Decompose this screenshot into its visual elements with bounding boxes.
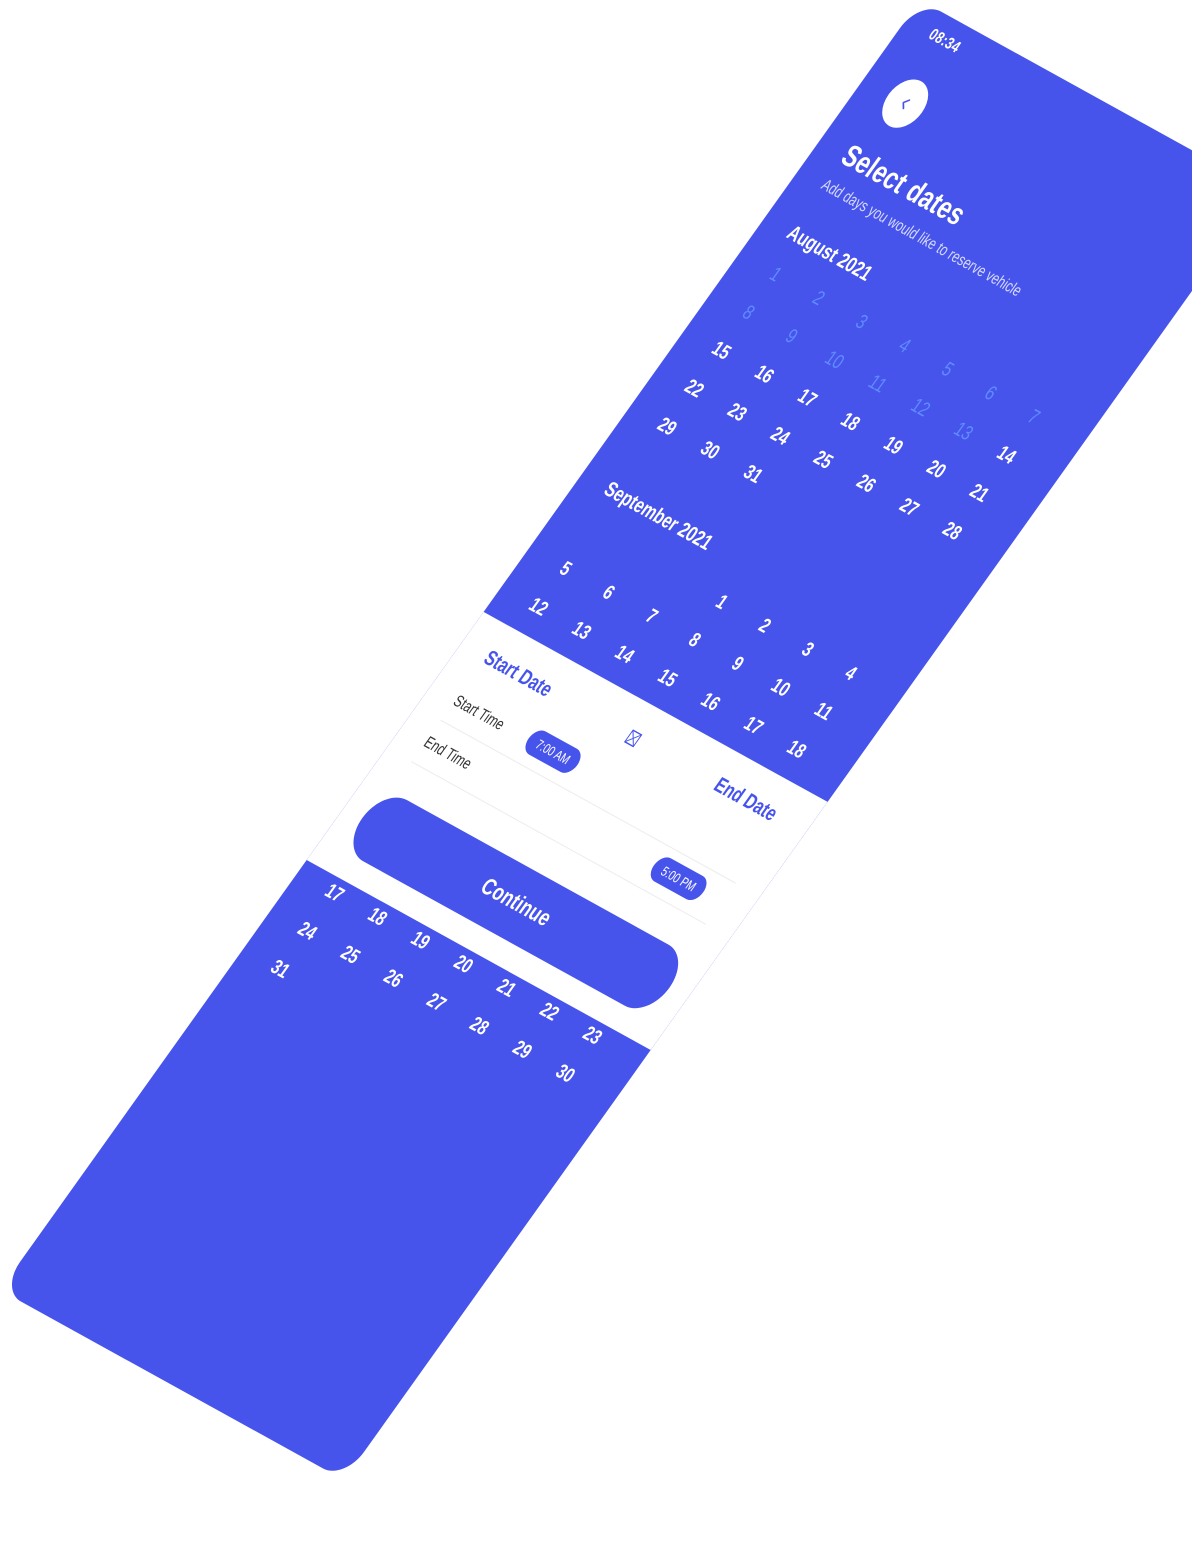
calendar-day[interactable]: 15 [648,662,687,695]
calendar-day[interactable]: 24 [288,915,327,948]
end-date-heading: End Date [709,772,783,826]
calendar-day: 8 [738,301,759,325]
status-time: 08:34 [925,25,965,57]
back-button[interactable] [872,72,938,136]
chevron-left-icon [902,99,911,110]
calendar: August 2021 1 2 3 4 5 6 7 8 9 10 11 12 13 14 15 16 17 18 19… [266,0,1192,1087]
calendar-day[interactable]: 19 [874,429,913,462]
calendar-day[interactable]: 24 [760,420,799,453]
calendar-day: 13 [949,417,978,445]
calendar-day[interactable]: 16 [691,686,730,719]
calendar-day: 12 [906,394,935,422]
close-square-icon[interactable] [623,729,643,748]
calendar-day[interactable]: 21 [960,477,999,510]
start-time-picker[interactable]: 7:00 AM [520,726,586,777]
calendar-day[interactable]: 11 [804,695,843,728]
calendar-day[interactable]: 18 [831,406,870,439]
calendar-day[interactable]: 25 [331,939,370,972]
month-title: September 2021 [599,476,718,555]
calendar-day[interactable]: 1 [702,586,741,619]
calendar-day: 11 [863,370,891,398]
calendar-day[interactable]: 4 [831,657,870,690]
calendar-day[interactable]: 29 [503,1034,542,1067]
calendar-day[interactable]: 28 [460,1010,499,1043]
calendar-day[interactable]: 23 [717,396,756,429]
calendar-day: 10 [820,346,849,374]
calendar-day[interactable]: 30 [546,1057,585,1090]
calendar-day: 6 [980,381,1001,405]
calendar-day[interactable]: 9 [718,648,757,681]
calendar-day[interactable]: 25 [803,444,842,477]
calendar-day[interactable]: 7 [632,600,671,633]
calendar-day[interactable]: 14 [605,638,644,671]
calendar-day[interactable]: 6 [589,576,628,609]
calendar-day[interactable]: 17 [734,710,773,743]
end-time-label: End Time [420,732,476,774]
calendar-day: 4 [894,334,915,358]
month-block: August 2021 1 2 3 4 5 6 7 8 9 10 11 12 13 14 15 16 17 18 19… [653,207,1117,544]
calendar-day[interactable]: 27 [417,986,456,1019]
calendar-day[interactable]: 14 [987,439,1026,472]
calendar-day[interactable]: 18 [777,733,816,766]
calendar-day[interactable]: 13 [562,615,601,648]
calendar-day[interactable]: 29 [647,410,686,443]
calendar-day[interactable]: 31 [733,458,772,491]
calendar-day[interactable]: 17 [788,382,827,415]
date-picker-screen: 08:34 Select dates Add days you would li… [0,0,1192,1480]
calendar-day[interactable]: 27 [889,491,928,524]
calendar-day: 2 [808,286,829,310]
calendar-day[interactable]: 10 [761,671,800,704]
calendar-day[interactable]: 12 [519,591,558,624]
calendar-day[interactable]: 2 [745,610,784,643]
calendar-day: 7 [1023,405,1044,429]
calendar-day: 9 [781,324,802,348]
start-date-heading: Start Date [479,645,558,702]
calendar-day[interactable]: 20 [917,453,956,486]
calendar-day: 3 [851,310,872,334]
calendar-day[interactable]: 26 [846,467,885,500]
month-title: August 2021 [782,220,878,286]
calendar-day[interactable]: 3 [788,633,827,666]
calendar-day[interactable]: 15 [702,334,741,367]
calendar-day[interactable]: 28 [932,515,971,548]
calendar-day[interactable]: 26 [374,962,413,995]
calendar-day[interactable]: 16 [745,358,784,391]
start-time-label: Start Time [449,691,509,734]
calendar-day[interactable]: 30 [690,434,729,467]
calendar-day: 1 [765,263,786,287]
calendar-day[interactable]: 8 [675,624,714,657]
month-block: September 2021 1 2 3 4 5 6 7 8 9 10 11 12 13 14 15 16 17 1… [470,463,934,801]
calendar-day[interactable]: 31 [260,953,299,986]
calendar-day: 5 [937,358,958,382]
calendar-day[interactable]: 22 [674,372,713,405]
calendar-day[interactable]: 5 [546,553,585,586]
